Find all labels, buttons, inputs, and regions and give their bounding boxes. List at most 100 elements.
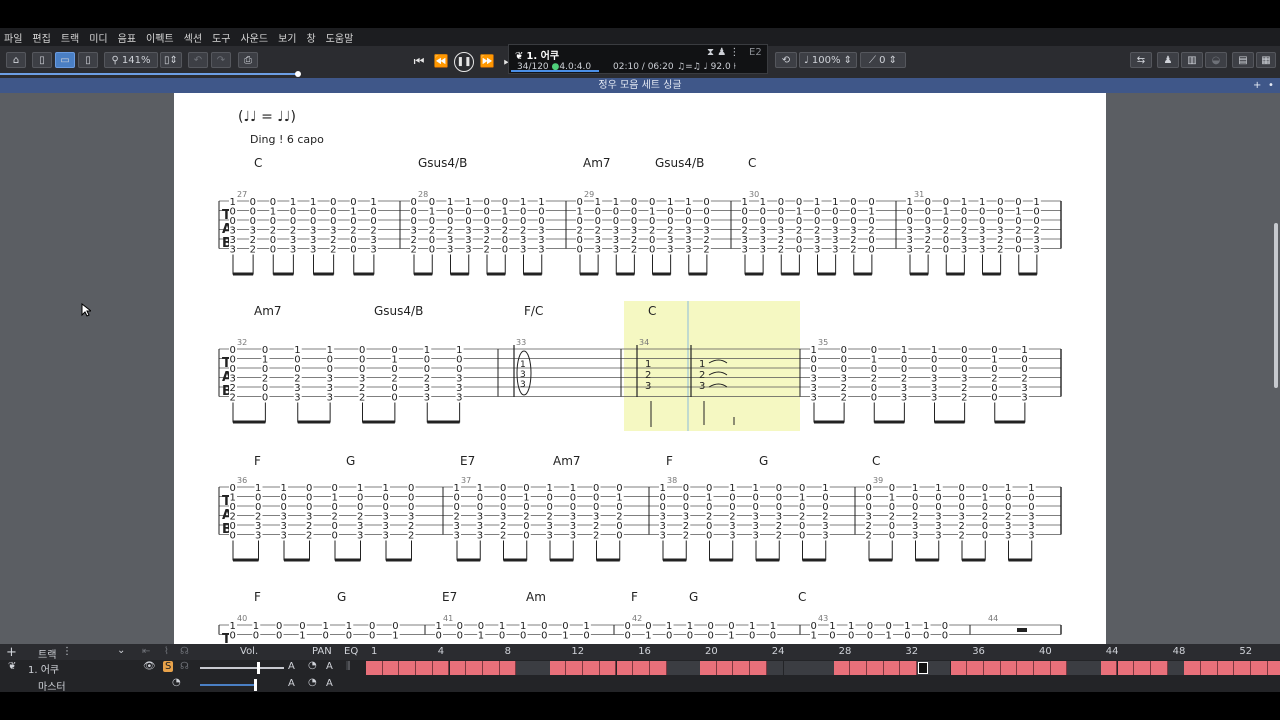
forward-icon[interactable]: ⏩ (478, 52, 496, 70)
track-bar-cell[interactable] (1217, 661, 1235, 675)
track-bar-cell[interactable] (1234, 661, 1252, 675)
track-bar-cell[interactable] (583, 661, 600, 675)
add-track-icon[interactable]: + (6, 645, 17, 660)
audio-icon[interactable]: ▦ (1256, 52, 1276, 68)
track-bar-cell[interactable] (683, 661, 700, 675)
menu-tools[interactable]: 도구 (212, 30, 230, 45)
drum-icon[interactable]: ◒ (1205, 52, 1227, 68)
track-bar-cell[interactable] (867, 661, 884, 675)
track1-name[interactable]: 1. 어쿠 (28, 661, 59, 676)
track-bar-cell[interactable] (967, 661, 984, 675)
chevron-down-icon[interactable]: ⌄ (117, 645, 125, 656)
automation-icon[interactable]: A (288, 661, 295, 672)
redo-icon[interactable]: ↷ (211, 52, 231, 68)
menu-window[interactable]: 창 (306, 30, 315, 45)
playhead-marker[interactable] (918, 662, 928, 674)
track-bar-cell[interactable] (1134, 661, 1151, 675)
track-bar-cell[interactable] (833, 661, 851, 675)
master-volume-slider[interactable] (200, 684, 254, 686)
track-bar-cell[interactable] (566, 661, 584, 675)
track-bar-cell[interactable] (616, 661, 634, 675)
menu-section[interactable]: 섹션 (184, 30, 202, 45)
track-bar-cell[interactable] (1084, 661, 1101, 675)
pause-icon[interactable]: ❚❚ (454, 52, 474, 72)
track-bar-cell[interactable] (750, 661, 767, 675)
track-bar-cell[interactable] (883, 661, 901, 675)
track-bar-cell[interactable] (482, 661, 500, 675)
track-bar-cell[interactable] (549, 661, 567, 675)
track-bar-cell[interactable] (733, 661, 751, 675)
lcd-display[interactable]: ❦ 1. 어쿠 34/120 ●4.0:4.0 02:10 / 06:20 ⧗ ♟… (508, 44, 768, 74)
page-mode-dropdown[interactable]: ▯⇕ (160, 52, 182, 68)
zoom-control[interactable]: ⚲ 141% (104, 52, 158, 68)
eq-icon[interactable]: ⫼ (346, 661, 351, 672)
track-bar-cell[interactable] (1067, 661, 1085, 675)
visibility-icon[interactable]: 👁 (143, 661, 156, 672)
vertical-scrollbar[interactable] (1274, 223, 1278, 388)
master-automation-pan-icon[interactable]: A (326, 678, 333, 689)
track-bar-cell[interactable] (599, 661, 617, 675)
track-bar-cell[interactable] (983, 661, 1001, 675)
track-bar-cell[interactable] (850, 661, 867, 675)
headphones-icon[interactable]: ☊ (180, 646, 189, 657)
layout-page-icon[interactable]: ▭ (55, 52, 75, 68)
track-bar-cell[interactable] (416, 661, 433, 675)
solo-icon[interactable]: S (163, 661, 174, 672)
track-menu-icon[interactable]: ⋮ (62, 646, 72, 657)
master-automation-icon[interactable]: A (288, 678, 295, 689)
menu-track[interactable]: 트랙 (61, 30, 79, 45)
collapse-icon[interactable]: ⇤ (142, 646, 150, 657)
track-bar-cell[interactable] (700, 661, 717, 675)
track-bar-cell[interactable] (466, 661, 483, 675)
pan-knob-icon[interactable]: ◔ (308, 660, 317, 671)
menu-note[interactable]: 음표 (118, 30, 136, 45)
track-bar-cell[interactable] (816, 661, 834, 675)
layout-right-icon[interactable]: ▯ (78, 52, 98, 68)
keyboard-icon[interactable]: ▥ (1181, 52, 1203, 68)
track-bar-cell[interactable] (1167, 661, 1185, 675)
menu-file[interactable]: 파일 (4, 30, 22, 45)
master-volume-knob[interactable] (254, 679, 257, 691)
swap-icon[interactable]: ⇆ (1130, 52, 1152, 68)
pitch-control[interactable]: ⟋ 0 ⇕ (860, 52, 906, 68)
instrument-icon[interactable]: ♟ (1157, 52, 1179, 68)
track-bar-cell[interactable] (1150, 661, 1168, 675)
menu-sound[interactable]: 사운드 (240, 30, 268, 45)
track-bar-cell[interactable] (1017, 661, 1034, 675)
playback-progress[interactable] (0, 71, 301, 77)
menu-edit[interactable]: 편집 (32, 30, 50, 45)
progress-knob[interactable] (295, 71, 301, 77)
skip-start-icon[interactable]: ⏮ (410, 52, 428, 70)
track-bar-cell[interactable] (533, 661, 550, 675)
track-bar-cell[interactable] (449, 661, 467, 675)
track-bar-cell[interactable] (1000, 661, 1018, 675)
track-bar-cell[interactable] (1251, 661, 1268, 675)
rewind-icon[interactable]: ⏪ (432, 52, 450, 70)
home-icon[interactable]: ⌂ (6, 52, 26, 68)
track-bar-cell[interactable] (1201, 661, 1218, 675)
track-bar-cell[interactable] (766, 661, 784, 675)
track1-volume-slider[interactable] (200, 667, 284, 669)
metronome-icon[interactable]: ⧗ ♟ ⋮ (707, 47, 739, 58)
track-bar-cell[interactable] (783, 661, 801, 675)
track-bar-cell[interactable] (666, 661, 684, 675)
track-bar-cell[interactable] (366, 661, 383, 675)
track-bar-cell[interactable] (399, 661, 417, 675)
add-tab-icon[interactable]: + (1253, 78, 1261, 93)
tab-menu-icon[interactable]: • (1268, 78, 1274, 93)
track-bar-cell[interactable] (900, 661, 918, 675)
mixer-icon[interactable]: ▤ (1232, 52, 1254, 68)
track1-volume-knob[interactable] (257, 662, 260, 674)
track-bar-cell[interactable] (633, 661, 650, 675)
track-bar-cell[interactable] (1267, 661, 1280, 675)
track-bar-cell[interactable] (1184, 661, 1201, 675)
track-bar-cell[interactable] (933, 661, 951, 675)
track-bar-cell[interactable] (499, 661, 517, 675)
print-icon[interactable]: ⎙ (238, 52, 258, 68)
menu-view[interactable]: 보기 (278, 30, 296, 45)
track-bar-cell[interactable] (1034, 661, 1051, 675)
loop-icon[interactable]: ⟲ (775, 52, 797, 68)
master-knob-icon[interactable]: ◔ (308, 677, 317, 688)
speed-control[interactable]: ♩ 100% ⇕ (799, 52, 857, 68)
track-bar-cell[interactable] (1050, 661, 1068, 675)
